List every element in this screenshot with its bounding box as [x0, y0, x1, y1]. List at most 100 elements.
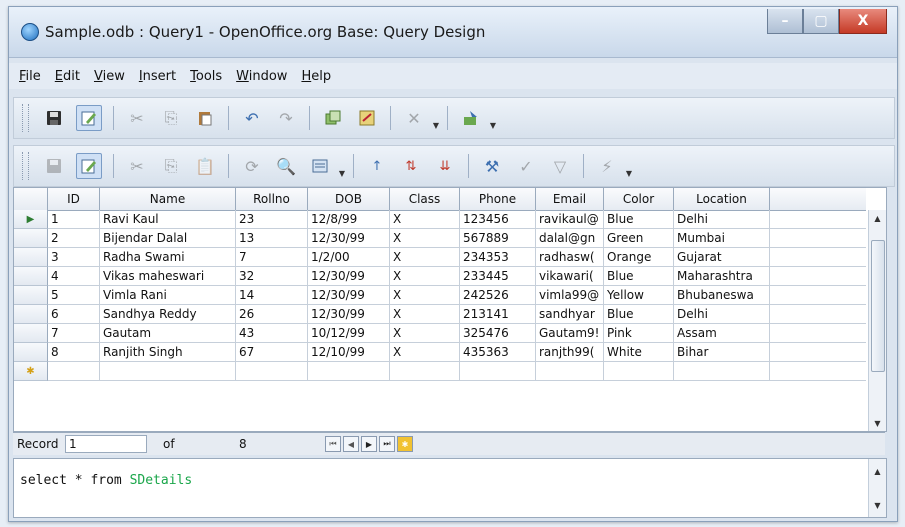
row-header[interactable] — [14, 286, 48, 305]
cell-id[interactable]: 1 — [48, 210, 100, 229]
cell-location[interactable]: Maharashtra — [674, 267, 770, 286]
cell-rollno[interactable]: 7 — [236, 248, 308, 267]
cell-rollno[interactable]: 23 — [236, 210, 308, 229]
column-header-email[interactable]: Email — [536, 188, 604, 210]
menu-file[interactable]: File — [19, 69, 41, 84]
find-icon[interactable]: 🔍 — [274, 154, 298, 178]
row-header[interactable] — [14, 305, 48, 324]
cell-email[interactable]: ranjth99( — [536, 343, 604, 362]
table-row[interactable]: 5 Vimla Rani 14 12/30/99 X 242526 vimla99@ Yell… — [48, 286, 866, 305]
cell-class[interactable]: X — [390, 324, 460, 343]
table-row[interactable]: 8 Ranjith Singh 67 12/10/99 X 435363 ranjth99(… — [48, 343, 866, 362]
cell-location[interactable]: Delhi — [674, 305, 770, 324]
cell-location[interactable]: Gujarat — [674, 248, 770, 267]
save-record-icon[interactable] — [42, 154, 66, 178]
cell-dob[interactable]: 12/30/99 — [308, 267, 390, 286]
cell-email[interactable]: ravikaul@ — [536, 210, 604, 229]
menu-edit[interactable]: Edit — [55, 69, 80, 84]
cell-name[interactable]: Bijendar Dalal — [100, 229, 236, 248]
cell-email[interactable]: sandhyar — [536, 305, 604, 324]
cell-rollno[interactable]: 32 — [236, 267, 308, 286]
last-record-icon[interactable]: ⏭ — [379, 436, 395, 452]
cell-new[interactable] — [604, 362, 674, 381]
cell-color[interactable]: Blue — [604, 210, 674, 229]
cell-dob[interactable]: 12/10/99 — [308, 343, 390, 362]
cell-email[interactable]: vimla99@ — [536, 286, 604, 305]
cell-location[interactable]: Mumbai — [674, 229, 770, 248]
column-header-dob[interactable]: DOB — [308, 188, 390, 210]
scroll-down-icon[interactable]: ▼ — [869, 497, 886, 513]
cell-phone[interactable]: 325476 — [460, 324, 536, 343]
cell-new[interactable] — [236, 362, 308, 381]
cell-phone[interactable]: 213141 — [460, 305, 536, 324]
row-header[interactable] — [14, 229, 48, 248]
cell-location[interactable]: Bhubaneswa — [674, 286, 770, 305]
cell-email[interactable]: radhasw( — [536, 248, 604, 267]
cell-phone[interactable]: 567889 — [460, 229, 536, 248]
cell-email[interactable]: Gautam9! — [536, 324, 604, 343]
cell-dob[interactable]: 12/30/99 — [308, 286, 390, 305]
menu-window[interactable]: Window — [236, 69, 287, 84]
copy-icon[interactable]: ⎘ — [159, 106, 183, 130]
menu-view[interactable]: View — [94, 69, 125, 84]
cell-location[interactable]: Bihar — [674, 343, 770, 362]
close-button[interactable]: X — [839, 9, 887, 34]
cell-dob[interactable]: 12/8/99 — [308, 210, 390, 229]
row-header[interactable] — [14, 248, 48, 267]
data-to-text-icon[interactable] — [308, 154, 332, 178]
minimize-button[interactable]: – — [767, 9, 803, 34]
cell-rollno[interactable]: 14 — [236, 286, 308, 305]
cell-id[interactable]: 3 — [48, 248, 100, 267]
cell-dob[interactable]: 10/12/99 — [308, 324, 390, 343]
cell-rollno[interactable]: 67 — [236, 343, 308, 362]
scroll-up-icon[interactable]: ▲ — [869, 210, 886, 226]
cell-name[interactable]: Sandhya Reddy — [100, 305, 236, 324]
next-record-icon[interactable]: ▶ — [361, 436, 377, 452]
table-row[interactable]: 6 Sandhya Reddy 26 12/30/99 X 213141 sandhyar B… — [48, 305, 866, 324]
first-record-icon[interactable]: ⏮ — [325, 436, 341, 452]
cell-color[interactable]: Yellow — [604, 286, 674, 305]
toolbar-grip[interactable] — [22, 104, 29, 132]
cell-id[interactable]: 4 — [48, 267, 100, 286]
scrollbar-thumb[interactable] — [871, 240, 885, 372]
menu-insert[interactable]: Insert — [139, 69, 176, 84]
table-row[interactable]: 1 Ravi Kaul 23 12/8/99 X 123456 ravikaul@ Blue D… — [48, 210, 866, 229]
cell-class[interactable]: X — [390, 229, 460, 248]
edit-mode-icon[interactable] — [76, 105, 102, 131]
current-row-indicator[interactable]: ▶ — [14, 210, 48, 229]
sql-statement[interactable]: select * from SDetails — [20, 473, 192, 488]
cell-phone[interactable]: 233445 — [460, 267, 536, 286]
copy-icon[interactable]: ⎘ — [159, 154, 183, 178]
cell-location[interactable]: Delhi — [674, 210, 770, 229]
new-row-header[interactable]: ✱ — [14, 362, 48, 381]
cell-id[interactable]: 6 — [48, 305, 100, 324]
column-header-name[interactable]: Name — [100, 188, 236, 210]
cell-dob[interactable]: 12/30/99 — [308, 305, 390, 324]
cell-color[interactable]: Blue — [604, 267, 674, 286]
undo-icon[interactable]: ↶ — [240, 106, 264, 130]
redo-icon[interactable]: ↷ — [274, 106, 298, 130]
cell-id[interactable]: 5 — [48, 286, 100, 305]
cell-name[interactable]: Gautam — [100, 324, 236, 343]
cell-phone[interactable]: 242526 — [460, 286, 536, 305]
vertical-scrollbar[interactable]: ▲ ▼ — [868, 210, 886, 431]
column-header-id[interactable]: ID — [48, 188, 100, 210]
column-header-location[interactable]: Location — [674, 188, 770, 210]
autofilter-icon[interactable]: ⚒ — [480, 154, 504, 178]
cell-class[interactable]: X — [390, 248, 460, 267]
cut-icon[interactable]: ✂ — [125, 154, 149, 178]
menu-help[interactable]: Help — [301, 69, 331, 84]
cell-color[interactable]: Green — [604, 229, 674, 248]
save-icon[interactable] — [42, 106, 66, 130]
column-header-color[interactable]: Color — [604, 188, 674, 210]
menu-tools[interactable]: Tools — [190, 69, 222, 84]
sql-editor[interactable]: select * from SDetails ▲ ▼ — [13, 458, 887, 518]
record-number-field[interactable]: 1 — [65, 435, 147, 453]
cell-name[interactable]: Vikas maheswari — [100, 267, 236, 286]
toolbar-overflow-icon[interactable]: ▼ — [624, 154, 634, 178]
design-view-icon[interactable] — [355, 106, 379, 130]
paste-icon[interactable]: 📋 — [193, 154, 217, 178]
sql-scrollbar[interactable]: ▲ ▼ — [868, 459, 886, 517]
remove-filter-icon[interactable]: ▽ — [548, 154, 572, 178]
scroll-down-icon[interactable]: ▼ — [869, 415, 886, 431]
